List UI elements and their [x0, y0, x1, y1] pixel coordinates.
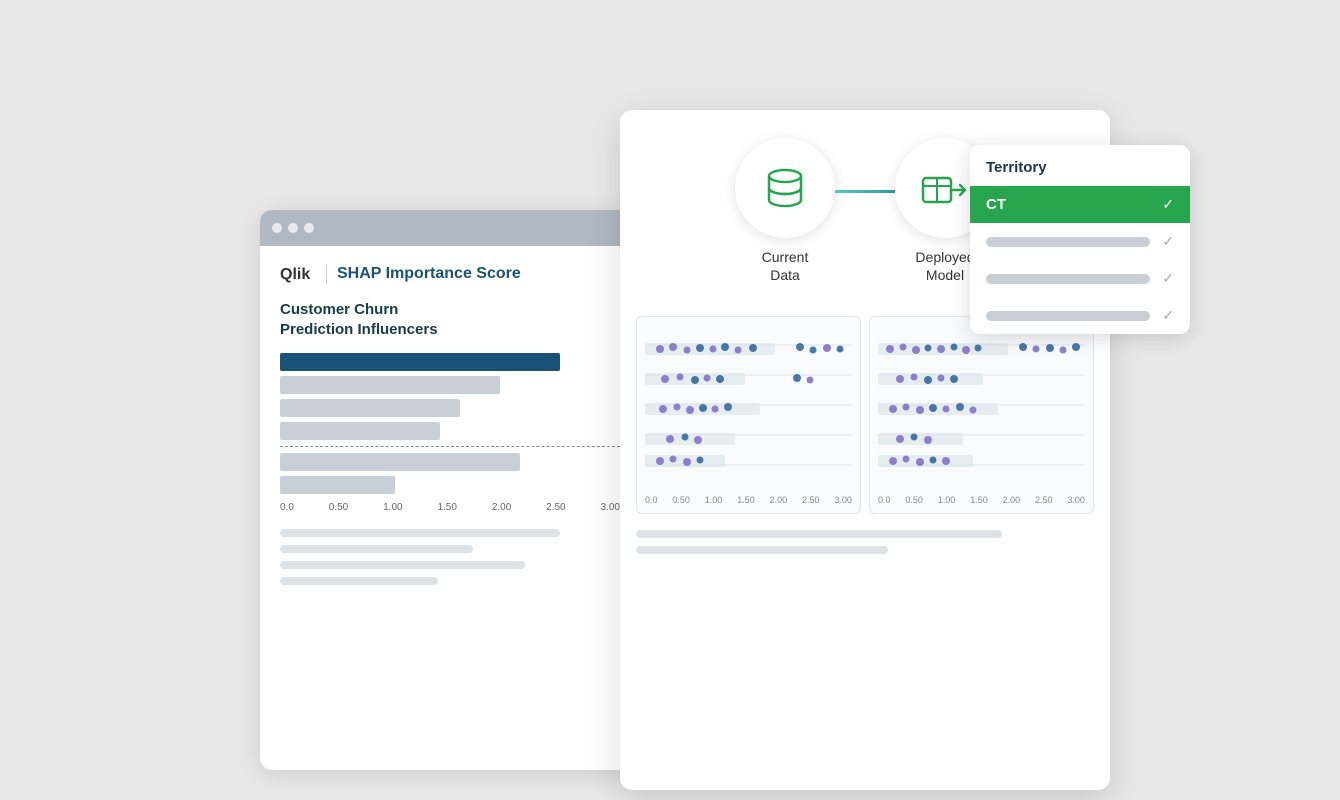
traffic-dot-1 — [272, 223, 282, 233]
footer-line-1 — [280, 529, 560, 537]
footer-lines — [280, 529, 630, 585]
shap-title: SHAP Importance Score — [337, 265, 521, 283]
dashed-line — [280, 446, 630, 447]
bar-4 — [280, 422, 440, 440]
deployed-model-label: DeployedModel — [915, 248, 974, 284]
bar-3 — [280, 399, 460, 417]
qlik-logo: Qlik — [280, 264, 316, 284]
dropdown-item-ct-label: CT — [986, 196, 1006, 213]
footer-line-3 — [280, 561, 525, 569]
current-data-label: CurrentData — [762, 248, 809, 284]
bar-1 — [280, 353, 560, 371]
scatter-svg-left — [645, 325, 852, 495]
bar-row-6 — [280, 476, 630, 494]
footer-line-4 — [280, 577, 438, 585]
bar-2 — [280, 376, 500, 394]
model-icon — [915, 162, 975, 214]
database-icon — [759, 162, 811, 214]
shap-content: Qlik SHAP Importance Score Customer Chur… — [260, 246, 650, 611]
dropdown-item-2-check: ✓ — [1162, 233, 1174, 250]
axis-labels-right: 0.0 0.50 1.00 1.50 2.00 2.50 3.00 — [878, 495, 1085, 505]
axis-labels: 0.0 0.50 1.00 1.50 2.00 2.50 3.00 — [280, 502, 630, 513]
dropdown-item-4[interactable]: ✓ — [970, 297, 1190, 334]
chart-title: Customer Churn Prediction Influencers — [280, 300, 630, 339]
traffic-dot-3 — [304, 223, 314, 233]
main-scene: Qlik SHAP Importance Score Customer Chur… — [120, 50, 1220, 750]
shap-card: Qlik SHAP Importance Score Customer Chur… — [260, 210, 650, 770]
scatter-canvas-right — [878, 325, 1085, 495]
scatter-panel-right: 0.0 0.50 1.00 1.50 2.00 2.50 3.00 — [869, 316, 1094, 514]
current-data-node: CurrentData — [735, 138, 835, 284]
traffic-dot-2 — [288, 223, 298, 233]
qlik-divider — [326, 264, 327, 284]
footer-line-f1 — [636, 530, 1002, 538]
dropdown-item-2-line — [986, 237, 1150, 247]
scatter-canvas-left — [645, 325, 852, 495]
front-card-footer — [620, 530, 1110, 578]
titlebar — [260, 210, 650, 246]
bar-row-3 — [280, 399, 630, 417]
bar-row-4 — [280, 422, 630, 440]
dropdown-item-3-check: ✓ — [1162, 270, 1174, 287]
qlik-header: Qlik SHAP Importance Score — [280, 264, 630, 284]
bar-row-1 — [280, 353, 630, 371]
axis-labels-left: 0.0 0.50 1.00 1.50 2.00 2.50 3.00 — [645, 495, 852, 505]
footer-line-2 — [280, 545, 473, 553]
bar-5 — [280, 453, 520, 471]
dropdown-item-ct-check: ✓ — [1162, 196, 1174, 213]
dropdown-item-3[interactable]: ✓ — [970, 260, 1190, 297]
pipeline-connector — [835, 190, 895, 193]
dropdown-item-2[interactable]: ✓ — [970, 223, 1190, 260]
bar-row-5 — [280, 453, 630, 471]
scatter-panel-left: 0.0 0.50 1.00 1.50 2.00 2.50 3.00 — [636, 316, 861, 514]
footer-line-f2 — [636, 546, 888, 554]
dropdown-item-4-line — [986, 311, 1150, 321]
svg-text:Qlik: Qlik — [280, 266, 310, 283]
bar-chart — [280, 353, 630, 494]
dropdown-title: Territory — [970, 145, 1190, 186]
scatter-svg-right — [878, 325, 1085, 495]
bar-row-2 — [280, 376, 630, 394]
qlik-logo-svg: Qlik — [280, 264, 316, 284]
current-data-circle — [735, 138, 835, 238]
dropdown-item-ct[interactable]: CT ✓ — [970, 186, 1190, 223]
scatter-area: 0.0 0.50 1.00 1.50 2.00 2.50 3.00 — [620, 316, 1110, 530]
territory-dropdown[interactable]: Territory CT ✓ ✓ ✓ ✓ — [970, 145, 1190, 334]
dropdown-item-3-line — [986, 274, 1150, 284]
bar-6 — [280, 476, 395, 494]
dropdown-item-4-check: ✓ — [1162, 307, 1174, 324]
pipeline-row: CurrentData — [735, 138, 995, 284]
